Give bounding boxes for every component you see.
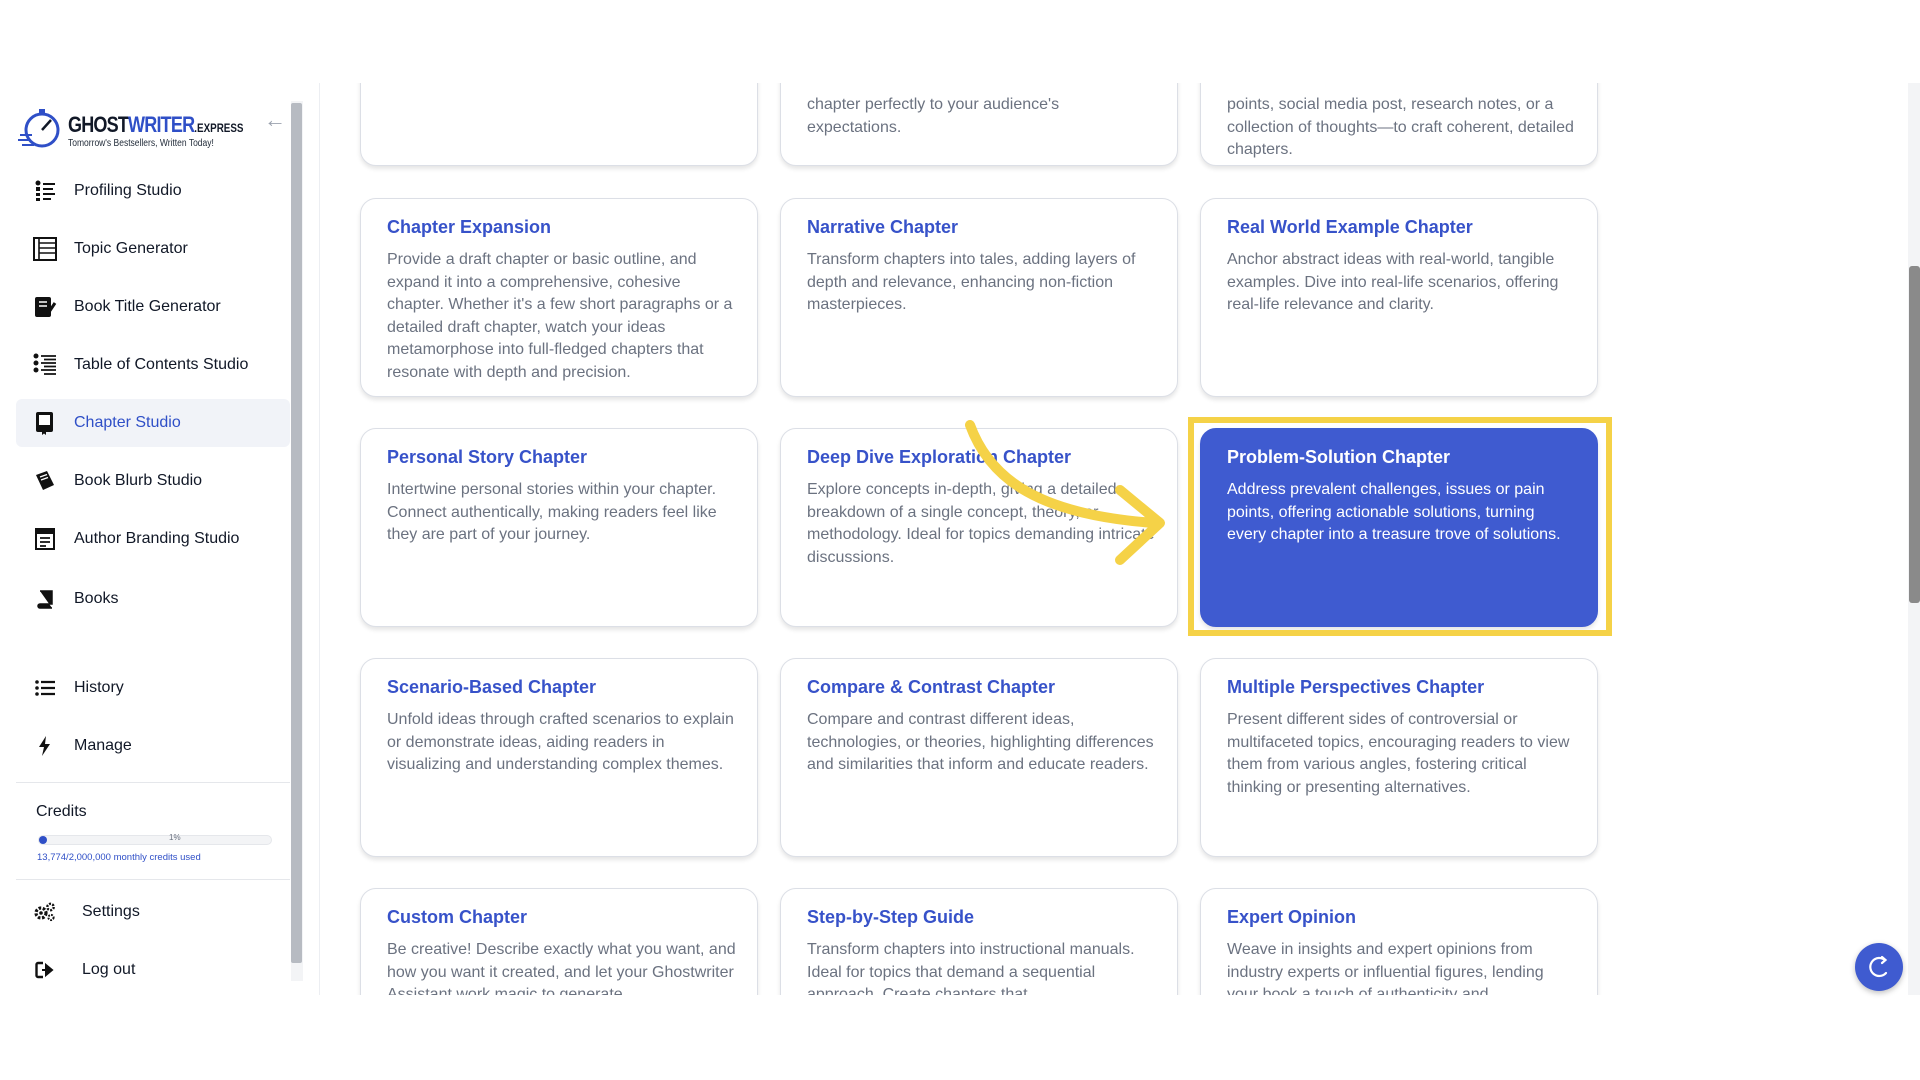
arrow-left-icon: ←	[264, 107, 286, 132]
selection-highlight-box	[1188, 417, 1612, 636]
credits-title: Credits	[36, 803, 87, 820]
logo-tagline: Tomorrow's Bestsellers, Written Today!	[68, 138, 214, 149]
card-title: Custom Chapter	[387, 907, 528, 927]
card-description: chapter perfectly to your audience's exp…	[807, 96, 1060, 136]
chapter-card-multiple-perspectives[interactable]: Multiple Perspectives Chapter Present di…	[1200, 658, 1598, 857]
card-description: Unfold ideas through crafted scenarios t…	[387, 711, 734, 773]
logo-brand-express: .EXPRESS	[194, 121, 244, 135]
profiling-icon	[32, 178, 58, 204]
card-description: points, social media post, research note…	[1227, 96, 1574, 158]
card-title: Scenario-Based Chapter	[387, 677, 597, 697]
sidebar-item-label: Book Title Generator	[74, 298, 221, 315]
chapter-card-compare-contrast[interactable]: Compare & Contrast Chapter Compare and c…	[780, 658, 1178, 857]
credits-progress-bar: 1%	[38, 833, 272, 845]
card-title: Multiple Perspectives Chapter	[1227, 677, 1485, 697]
card-description: Provide a draft chapter or basic outline…	[387, 251, 733, 381]
credits-percent: 1%	[169, 833, 181, 842]
bolt-icon	[32, 733, 58, 759]
credits-progress-fill	[39, 836, 48, 844]
sidebar: GHOSTWRITER.EXPRESS Tomorrow's Bestselle…	[0, 83, 310, 995]
card-title: Narrative Chapter	[807, 217, 959, 237]
topic-icon	[32, 236, 58, 262]
logo-brand-writer: WRITER	[128, 112, 195, 137]
card-description: Be creative! Describe exactly what you w…	[387, 941, 736, 995]
card-title: Deep Dive Exploration Chapter	[807, 447, 1072, 467]
chapter-icon	[32, 410, 58, 436]
chapter-card-scenario-based[interactable]: Scenario-Based Chapter Unfold ideas thro…	[360, 658, 758, 857]
chapter-card-narrative[interactable]: Narrative Chapter Transform chapters int…	[780, 198, 1178, 397]
blurb-icon	[32, 468, 58, 494]
support-chat-button[interactable]	[1855, 943, 1903, 991]
list-icon	[32, 675, 58, 701]
chapter-card[interactable]: chapter perfectly to your audience's exp…	[780, 83, 1178, 166]
card-title: Expert Opinion	[1227, 907, 1357, 927]
sidebar-divider	[319, 83, 320, 995]
card-title: Compare & Contrast Chapter	[807, 677, 1056, 697]
sidebar-scrollbar-thumb[interactable]	[291, 103, 302, 963]
books-icon	[32, 586, 58, 612]
logout-icon	[32, 957, 58, 983]
support-icon	[1869, 955, 1888, 978]
sidebar-item-book-blurb-studio[interactable]: Book Blurb Studio	[16, 457, 290, 505]
chapter-type-grid: chapter perfectly to your audience's exp…	[330, 83, 1910, 995]
toc-icon	[32, 352, 58, 378]
chapter-card-expert-opinion[interactable]: Expert Opinion Weave in insights and exp…	[1200, 888, 1598, 995]
stopwatch-logo-icon	[18, 109, 60, 148]
chapter-card-deep-dive-exploration[interactable]: Deep Dive Exploration Chapter Explore co…	[780, 428, 1178, 627]
card-description: Anchor abstract ideas with real-world, t…	[1227, 251, 1559, 313]
card-title: Personal Story Chapter	[387, 447, 588, 467]
sidebar-item-log-out[interactable]: Log out	[16, 946, 290, 994]
sidebar-item-label: Author Branding Studio	[74, 530, 240, 547]
sidebar-item-label: Log out	[82, 961, 136, 978]
chapter-card-real-world-example[interactable]: Real World Example Chapter Anchor abstra…	[1200, 198, 1598, 397]
sidebar-item-books[interactable]: Books	[16, 575, 290, 623]
card-description: Present different sides of controversial…	[1227, 711, 1570, 796]
sidebar-item-profiling-studio[interactable]: Profiling Studio	[16, 167, 290, 215]
sidebar-item-label: Profiling Studio	[74, 182, 182, 199]
logo-brand-ghost: GHOST	[68, 112, 129, 137]
chapter-card-chapter-expansion[interactable]: Chapter Expansion Provide a draft chapte…	[360, 198, 758, 397]
card-title: Real World Example Chapter	[1227, 217, 1473, 237]
sidebar-item-label: Manage	[74, 737, 132, 754]
chapter-card-personal-story[interactable]: Personal Story Chapter Intertwine person…	[360, 428, 758, 627]
chapter-card-custom[interactable]: Custom Chapter Be creative! Describe exa…	[360, 888, 758, 995]
card-description: Transform chapters into instructional ma…	[807, 941, 1135, 995]
sidebar-item-topic-generator[interactable]: Topic Generator	[16, 225, 290, 273]
chapter-card[interactable]	[360, 83, 758, 166]
card-description: Intertwine personal stories within your …	[387, 481, 717, 543]
book-title-icon	[32, 294, 58, 320]
card-title: Chapter Expansion	[387, 217, 552, 237]
sidebar-item-chapter-studio[interactable]: Chapter Studio	[16, 399, 290, 447]
card-description: Weave in insights and expert opinions fr…	[1227, 941, 1544, 995]
card-title: Step-by-Step Guide	[807, 907, 975, 927]
gears-icon	[32, 899, 58, 925]
sidebar-item-table-of-contents-studio[interactable]: Table of Contents Studio	[16, 341, 290, 389]
chapter-card[interactable]: points, social media post, research note…	[1200, 83, 1598, 166]
sidebar-item-manage[interactable]: Manage	[16, 722, 290, 770]
sidebar-item-label: Chapter Studio	[74, 414, 181, 431]
collapse-sidebar-button[interactable]: ←	[262, 107, 288, 133]
credits-panel: Credits 1% 13,774/2,000,000 monthly cred…	[16, 782, 290, 880]
credits-used-text: 13,774/2,000,000 monthly credits used	[37, 852, 201, 863]
sidebar-item-settings[interactable]: Settings	[16, 888, 290, 936]
card-description: Explore concepts in-depth, giving a deta…	[807, 481, 1155, 566]
sidebar-item-label: Books	[74, 590, 119, 607]
card-description: Compare and contrast different ideas, te…	[807, 711, 1154, 773]
chapter-card-step-by-step-guide[interactable]: Step-by-Step Guide Transform chapters in…	[780, 888, 1178, 995]
sidebar-item-label: Topic Generator	[74, 240, 188, 257]
app-logo[interactable]: GHOSTWRITER.EXPRESS Tomorrow's Bestselle…	[18, 103, 248, 155]
sidebar-item-book-title-generator[interactable]: Book Title Generator	[16, 283, 290, 331]
sidebar-item-label: Book Blurb Studio	[74, 472, 203, 489]
sidebar-item-label: Settings	[82, 903, 140, 920]
sidebar-item-author-branding-studio[interactable]: Author Branding Studio	[16, 515, 290, 563]
sidebar-item-label: History	[74, 679, 124, 696]
page-scrollbar-thumb[interactable]	[1909, 266, 1920, 603]
card-description: Transform chapters into tales, adding la…	[807, 251, 1136, 313]
sidebar-item-history[interactable]: History	[16, 664, 290, 712]
sidebar-item-label: Table of Contents Studio	[74, 356, 249, 373]
branding-icon	[32, 526, 58, 552]
